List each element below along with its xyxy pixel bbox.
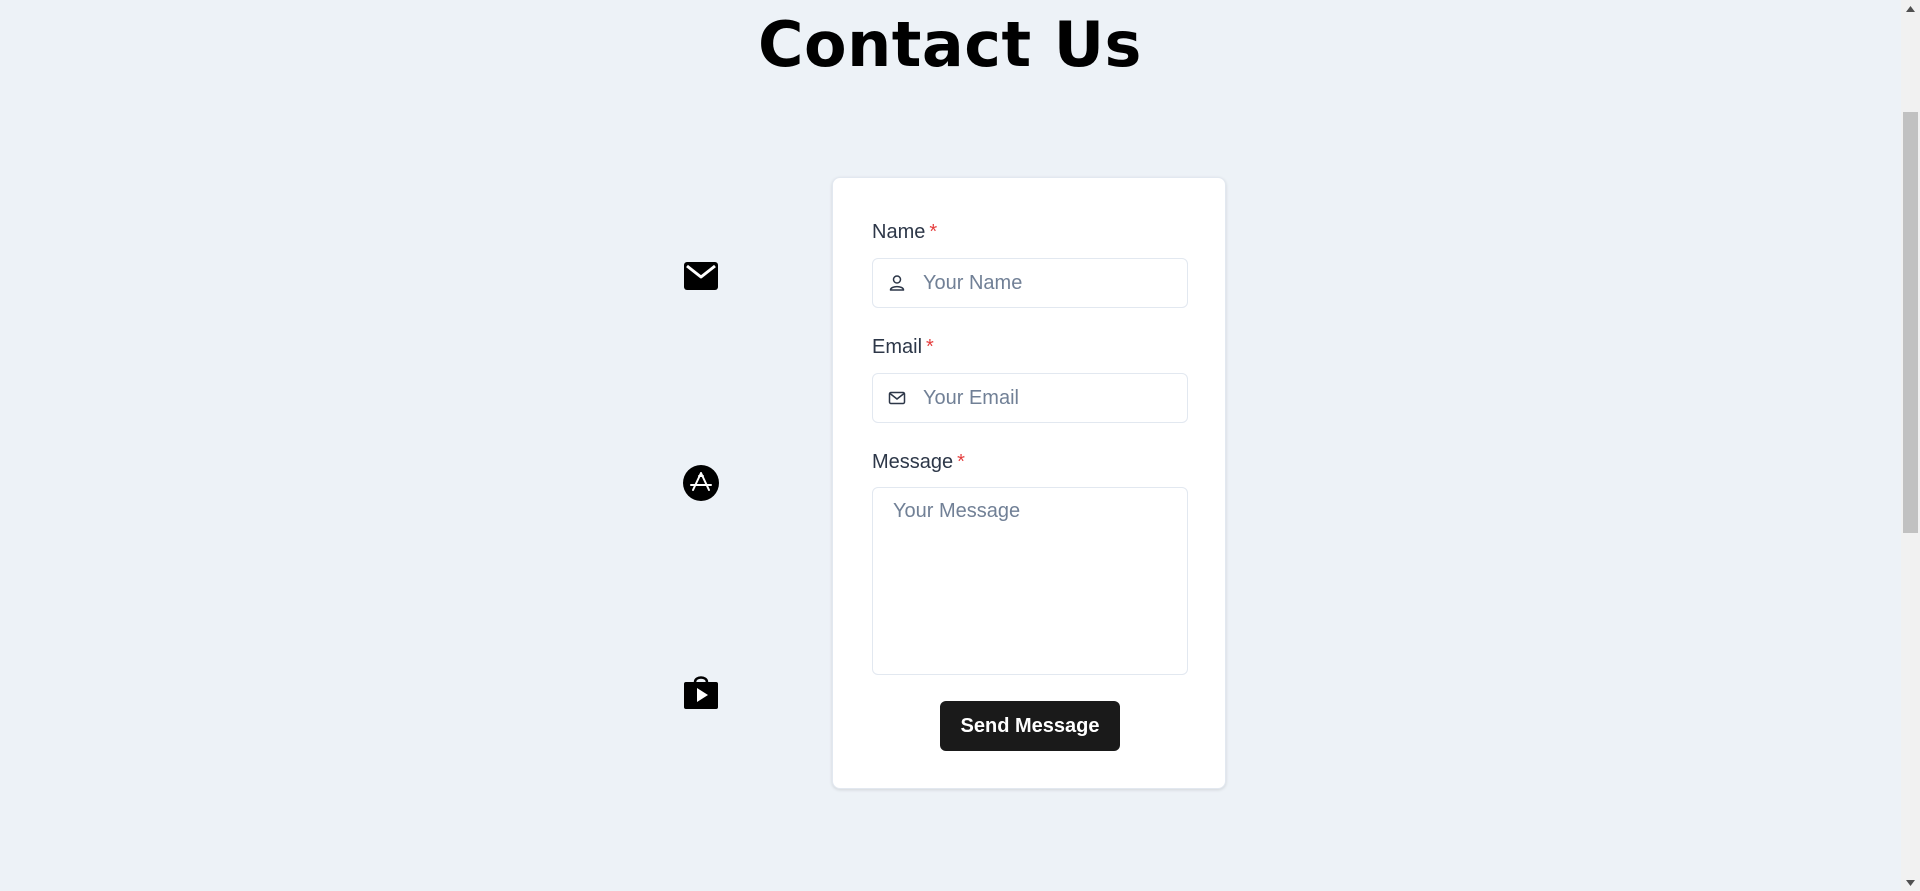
send-message-button[interactable]: Send Message bbox=[940, 701, 1120, 751]
scroll-up-arrow-icon[interactable] bbox=[1901, 0, 1920, 17]
vertical-scrollbar[interactable] bbox=[1901, 0, 1920, 891]
page-title: Contact Us bbox=[758, 8, 1142, 81]
email-label: Email * bbox=[872, 336, 934, 359]
email-field bbox=[872, 373, 1188, 423]
message-field bbox=[872, 487, 1188, 675]
mail-icon bbox=[888, 391, 906, 405]
envelope-icon[interactable] bbox=[683, 258, 719, 294]
contact-form-card: Name* Email* Message* Send Message bbox=[832, 177, 1226, 789]
app-store-icon[interactable] bbox=[683, 465, 719, 501]
required-asterisk: * bbox=[926, 336, 934, 358]
required-asterisk: * bbox=[957, 451, 965, 473]
email-label-text: Email bbox=[872, 336, 923, 358]
scrollbar-thumb[interactable] bbox=[1903, 112, 1918, 533]
message-label-text: Message bbox=[872, 451, 954, 473]
required-asterisk: * bbox=[929, 221, 938, 243]
play-store-icon[interactable] bbox=[683, 673, 719, 709]
contact-page: Contact Us Name * Your Name Email * Your… bbox=[0, 0, 1920, 891]
message-textarea[interactable] bbox=[873, 488, 1187, 674]
name-field bbox=[872, 258, 1188, 308]
name-input[interactable] bbox=[923, 259, 1178, 307]
message-label: Message * bbox=[872, 451, 965, 474]
user-icon bbox=[889, 275, 905, 291]
scroll-down-arrow-icon[interactable] bbox=[1901, 874, 1920, 891]
name-label: Name * bbox=[872, 221, 937, 244]
name-label-text: Name bbox=[872, 221, 926, 243]
email-input[interactable] bbox=[923, 374, 1178, 422]
